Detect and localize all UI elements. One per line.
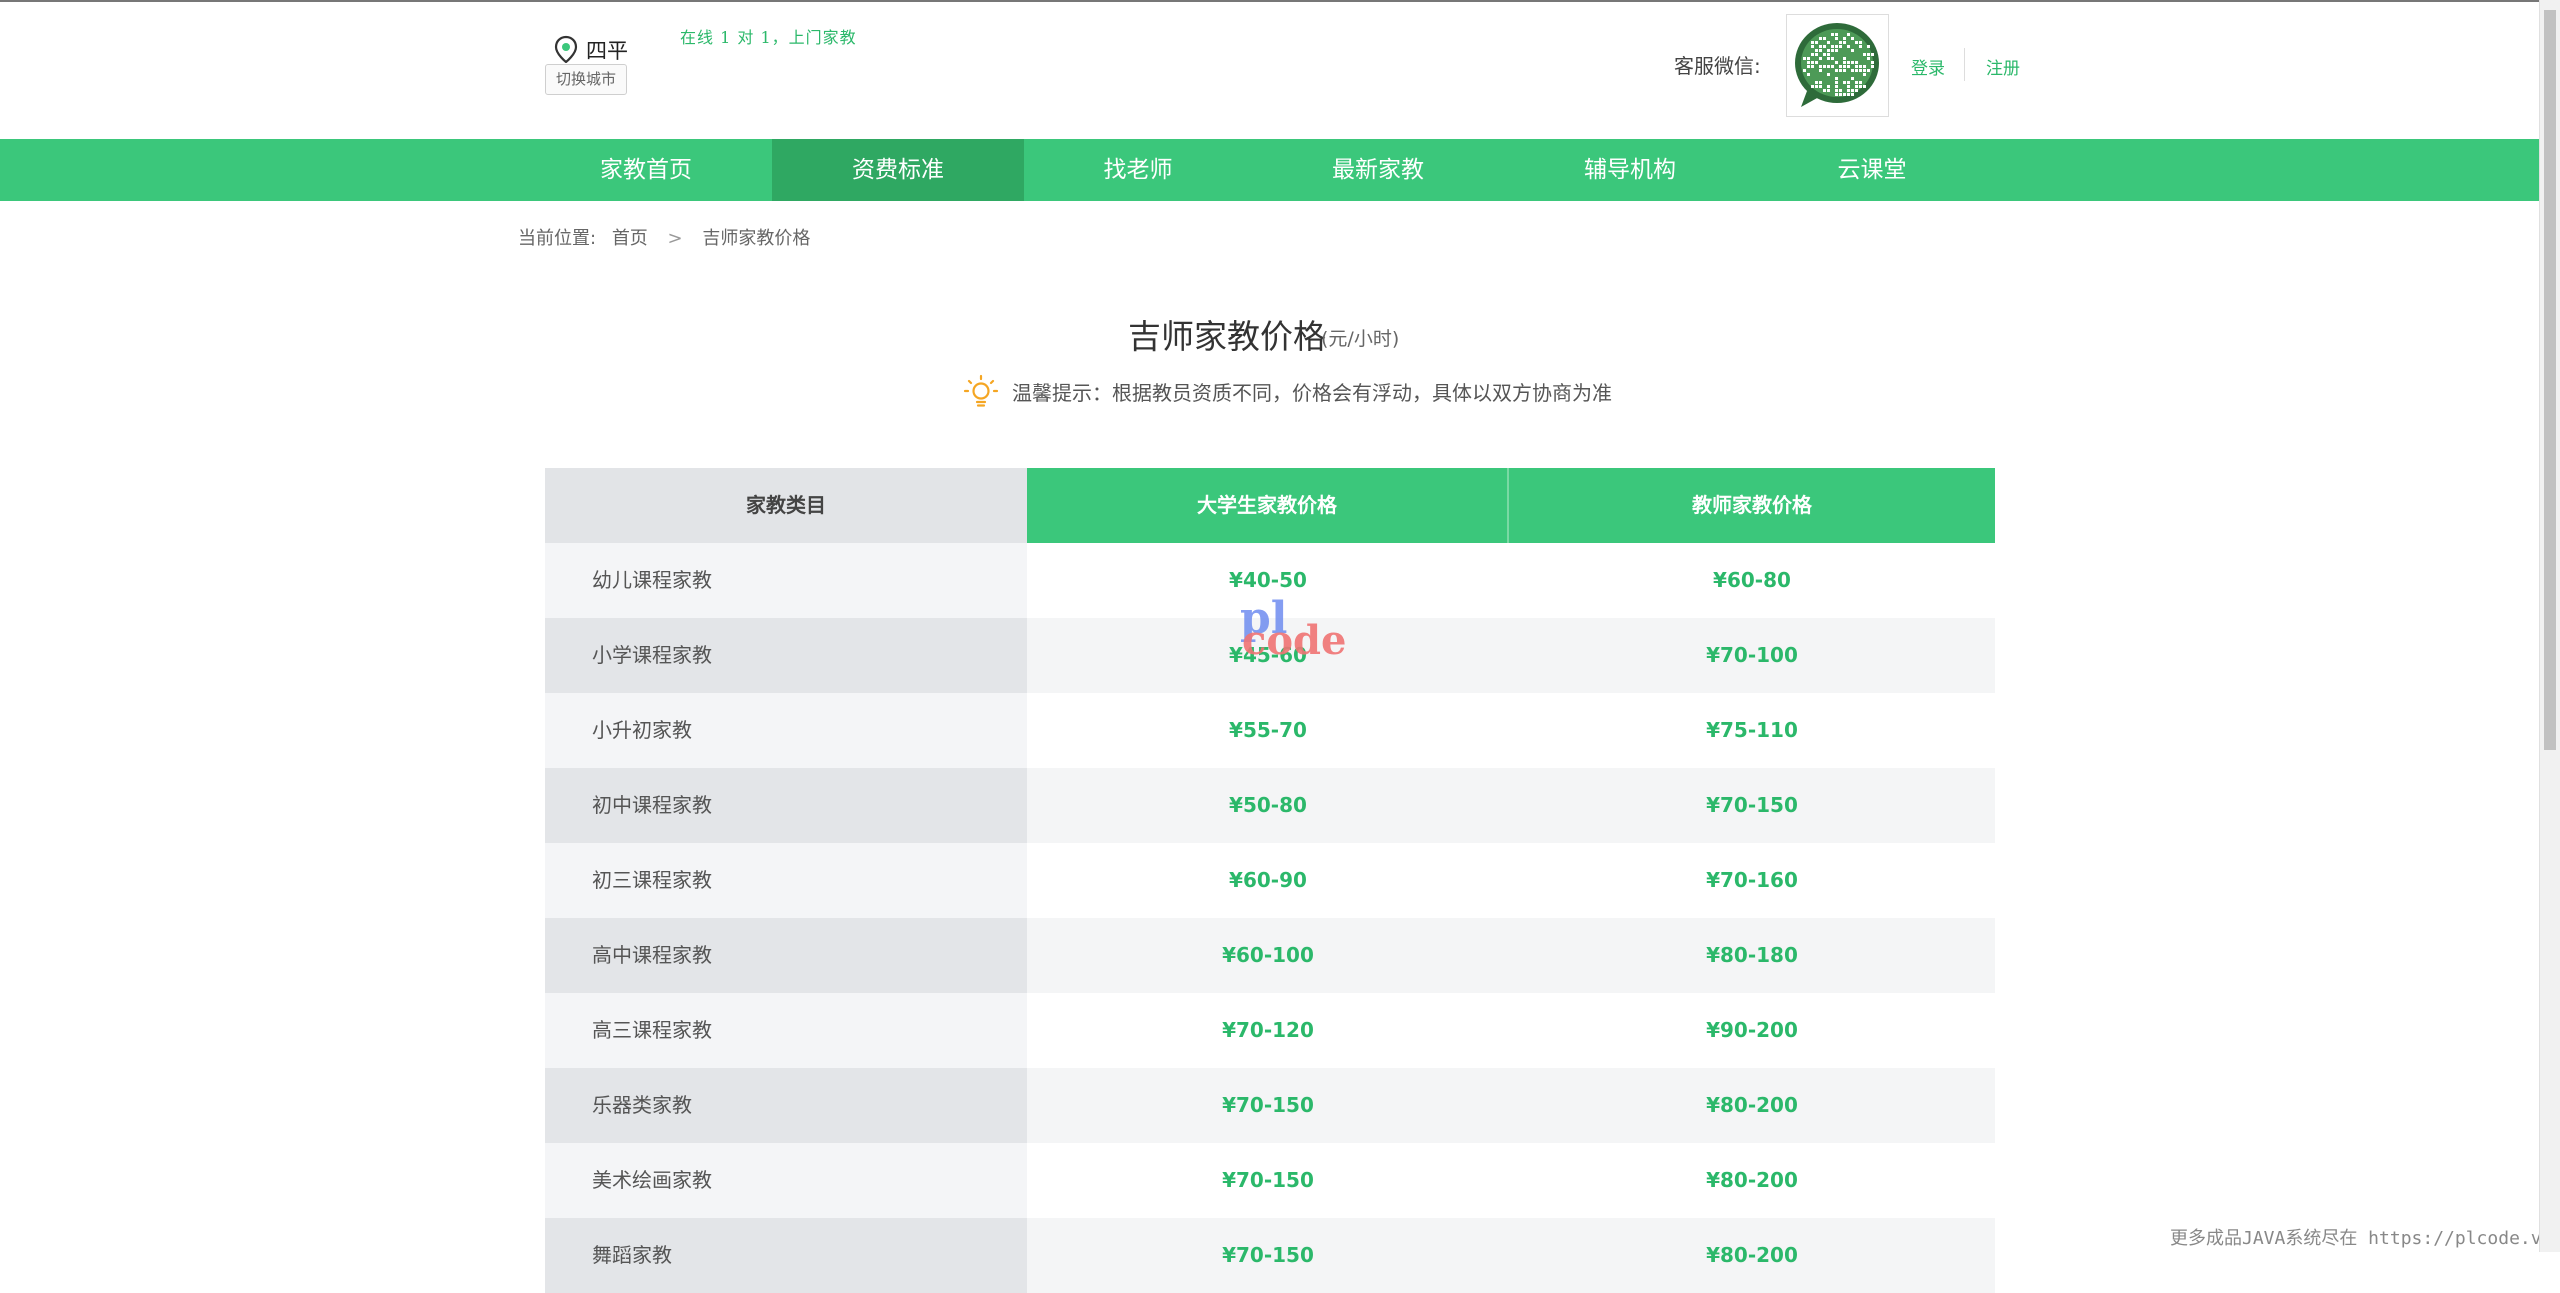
- row-teacher-price: ¥60-80: [1509, 543, 1995, 618]
- table-row: 舞蹈家教 ¥70-150 ¥80-200: [545, 1218, 1995, 1293]
- row-teacher-price: ¥70-160: [1509, 843, 1995, 918]
- row-student-price: ¥70-150: [1027, 1218, 1509, 1293]
- row-teacher-price: ¥70-150: [1509, 768, 1995, 843]
- row-teacher-price: ¥70-100: [1509, 618, 1995, 693]
- table-row: 初中课程家教 ¥50-80 ¥70-150: [545, 768, 1995, 843]
- row-category: 小学课程家教: [545, 618, 1027, 693]
- watermark-code: code: [1242, 617, 1347, 664]
- row-teacher-price: ¥80-200: [1509, 1143, 1995, 1218]
- nav-item-home[interactable]: 家教首页: [520, 139, 772, 201]
- row-teacher-price: ¥80-180: [1509, 918, 1995, 993]
- row-student-price: ¥70-120: [1027, 993, 1509, 1068]
- row-category: 高中课程家教: [545, 918, 1027, 993]
- site-slogan: 在线 1 对 1，上门家教: [680, 28, 857, 47]
- location-pin-icon: [554, 35, 578, 63]
- row-teacher-price: ¥90-200: [1509, 993, 1995, 1068]
- nav-item-find-teacher[interactable]: 找老师: [1024, 139, 1252, 201]
- column-header-teacher-price: 教师家教价格: [1509, 468, 1995, 543]
- nav-item-institutions[interactable]: 辅导机构: [1504, 139, 1756, 201]
- login-link[interactable]: 登录: [1911, 54, 1945, 79]
- table-header-row: 家教类目 大学生家教价格 教师家教价格: [545, 468, 1995, 543]
- wechat-label: 客服微信:: [1674, 54, 1761, 78]
- register-link[interactable]: 注册: [1986, 54, 2020, 79]
- row-student-price: ¥60-90: [1027, 843, 1509, 918]
- header-divider: [1964, 48, 1965, 81]
- lightbulb-icon: [963, 374, 999, 407]
- breadcrumb-current: 吉师家教价格: [702, 228, 811, 249]
- vertical-scrollbar[interactable]: [2539, 0, 2560, 1252]
- page-title: 吉师家教价格: [1128, 317, 1326, 356]
- current-city: 四平: [586, 39, 628, 63]
- row-student-price: ¥70-150: [1027, 1068, 1509, 1143]
- table-row: 初三课程家教 ¥60-90 ¥70-160: [545, 843, 1995, 918]
- row-student-price: ¥50-80: [1027, 768, 1509, 843]
- row-teacher-price: ¥75-110: [1509, 693, 1995, 768]
- breadcrumb-home-link[interactable]: 首页: [612, 224, 648, 250]
- table-row: 小升初家教 ¥55-70 ¥75-110: [545, 693, 1995, 768]
- site-header: 四平 切换城市 在线 1 对 1，上门家教 客服微信: 登录 注册: [0, 2, 2539, 139]
- breadcrumb: 当前位置: 首页 > 吉师家教价格: [518, 224, 810, 250]
- row-student-price: ¥60-100: [1027, 918, 1509, 993]
- wechat-qr-code: [1786, 14, 1889, 117]
- table-row: 高三课程家教 ¥70-120 ¥90-200: [545, 993, 1995, 1068]
- nav-item-cloud-class[interactable]: 云课堂: [1756, 139, 1988, 201]
- column-header-category: 家教类目: [545, 468, 1027, 543]
- row-student-price: ¥55-70: [1027, 693, 1509, 768]
- table-row: 乐器类家教 ¥70-150 ¥80-200: [545, 1068, 1995, 1143]
- scrollbar-thumb[interactable]: [2544, 10, 2556, 750]
- column-header-student-price: 大学生家教价格: [1027, 468, 1509, 543]
- switch-city-button[interactable]: 切换城市: [545, 64, 627, 95]
- row-category: 舞蹈家教: [545, 1218, 1027, 1293]
- row-category: 乐器类家教: [545, 1068, 1027, 1143]
- row-category: 初中课程家教: [545, 768, 1027, 843]
- row-category: 幼儿课程家教: [545, 543, 1027, 618]
- table-row: 美术绘画家教 ¥70-150 ¥80-200: [545, 1143, 1995, 1218]
- main-nav: 家教首页 资费标准 找老师 最新家教 辅导机构 云课堂: [0, 139, 2539, 201]
- row-category: 初三课程家教: [545, 843, 1027, 918]
- row-category: 小升初家教: [545, 693, 1027, 768]
- breadcrumb-prefix: 当前位置:: [518, 228, 597, 249]
- nav-item-latest-tutoring[interactable]: 最新家教: [1252, 139, 1504, 201]
- nav-item-pricing[interactable]: 资费标准: [772, 139, 1024, 201]
- table-row: 高中课程家教 ¥60-100 ¥80-180: [545, 918, 1995, 993]
- pricing-tip: 温馨提示：根据教员资质不同，价格会有浮动，具体以双方协商为准: [1012, 381, 1612, 405]
- row-category: 美术绘画家教: [545, 1143, 1027, 1218]
- breadcrumb-separator: >: [667, 228, 683, 249]
- price-unit: (元/小时): [1321, 328, 1400, 350]
- row-teacher-price: ¥80-200: [1509, 1068, 1995, 1143]
- promo-footer-note: 更多成品JAVA系统尽在 https://plcode.vip: [2170, 1228, 2560, 1249]
- row-student-price: ¥70-150: [1027, 1143, 1509, 1218]
- row-teacher-price: ¥80-200: [1509, 1218, 1995, 1293]
- row-category: 高三课程家教: [545, 993, 1027, 1068]
